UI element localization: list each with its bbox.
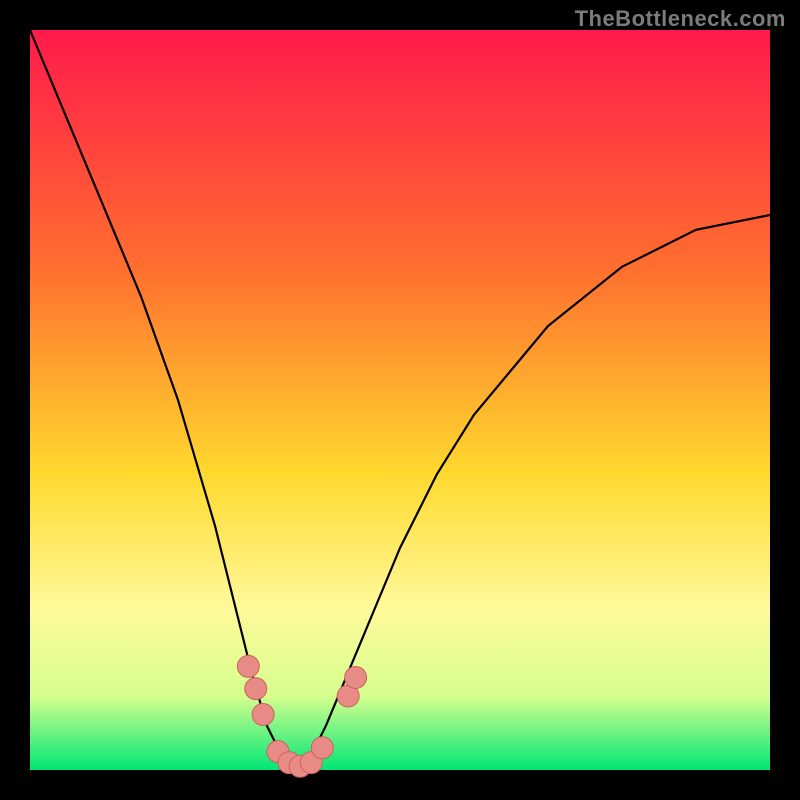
bottleneck-chart [0, 0, 800, 800]
curve-marker [252, 704, 274, 726]
curve-marker [245, 678, 267, 700]
curve-marker [345, 667, 367, 689]
curve-marker [311, 737, 333, 759]
chart-stage: TheBottleneck.com [0, 0, 800, 800]
plot-background [30, 30, 770, 770]
curve-marker [237, 655, 259, 677]
